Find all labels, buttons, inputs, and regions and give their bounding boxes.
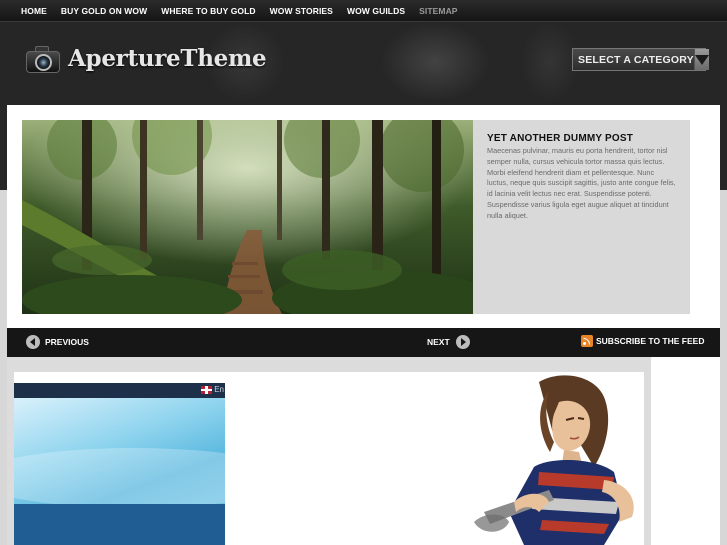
uk-flag-icon [201,385,213,394]
previous-label: PREVIOUS [45,337,89,347]
next-button[interactable]: NEXT [427,335,470,349]
next-label: NEXT [427,337,450,347]
logo-text-part2: Theme [180,44,267,72]
featured-pager: PREVIOUS NEXT SUBSCRIBE TO THE FEED [7,328,720,357]
nav-item-wow-guilds[interactable]: WOW GUILDS [340,6,412,16]
forest-path-image [22,120,473,314]
dropdown-arrow-icon[interactable] [693,49,709,70]
category-select[interactable]: SELECT A CATEGORY [572,48,709,71]
nav-item-wow-stories[interactable]: WOW STORIES [263,6,340,16]
main-content: En [7,357,720,545]
featured-post-title[interactable]: YET ANOTHER DUMMY POST [487,133,676,144]
featured-image[interactable] [22,120,473,314]
language-switch[interactable]: En [201,385,224,394]
embed-dark-band [14,504,225,545]
nav-item-where-to-buy-gold[interactable]: WHERE TO BUY GOLD [154,6,262,16]
subscribe-label: SUBSCRIBE TO THE FEED [596,336,705,346]
embedded-banner[interactable]: En [14,383,225,545]
nav-item-buy-gold-on-wow[interactable]: BUY GOLD ON WOW [54,6,154,16]
arrow-left-icon [26,335,40,349]
subscribe-feed-link[interactable]: SUBSCRIBE TO THE FEED [581,335,704,347]
embed-toolbar: En [14,383,225,398]
featured-post: YET ANOTHER DUMMY POST Maecenas pulvinar… [7,105,720,328]
featured-post-panel: YET ANOTHER DUMMY POST Maecenas pulvinar… [473,120,690,314]
header-light-streak [520,22,580,102]
featured-post-excerpt: Maecenas pulvinar, mauris eu porta hendr… [487,146,676,220]
game-character-illustration [474,375,634,545]
header-light-streak [380,22,490,102]
logo-text-part1: Aperture [68,44,181,72]
arrow-right-icon [455,335,470,349]
category-select-label: SELECT A CATEGORY [578,53,694,66]
logo-text: ApertureTheme [68,44,267,72]
rss-icon [581,335,593,347]
content-area: En [14,372,644,545]
site-logo[interactable]: ApertureTheme [26,40,267,76]
nav-item-sitemap[interactable]: SITEMAP [412,6,464,16]
previous-button[interactable]: PREVIOUS [26,335,89,349]
camera-icon [26,43,62,73]
nav-item-home[interactable]: HOME [14,6,54,16]
language-label: En [214,385,224,394]
content-frame: En [7,357,651,545]
top-navigation: HOME BUY GOLD ON WOW WHERE TO BUY GOLD W… [0,0,727,22]
